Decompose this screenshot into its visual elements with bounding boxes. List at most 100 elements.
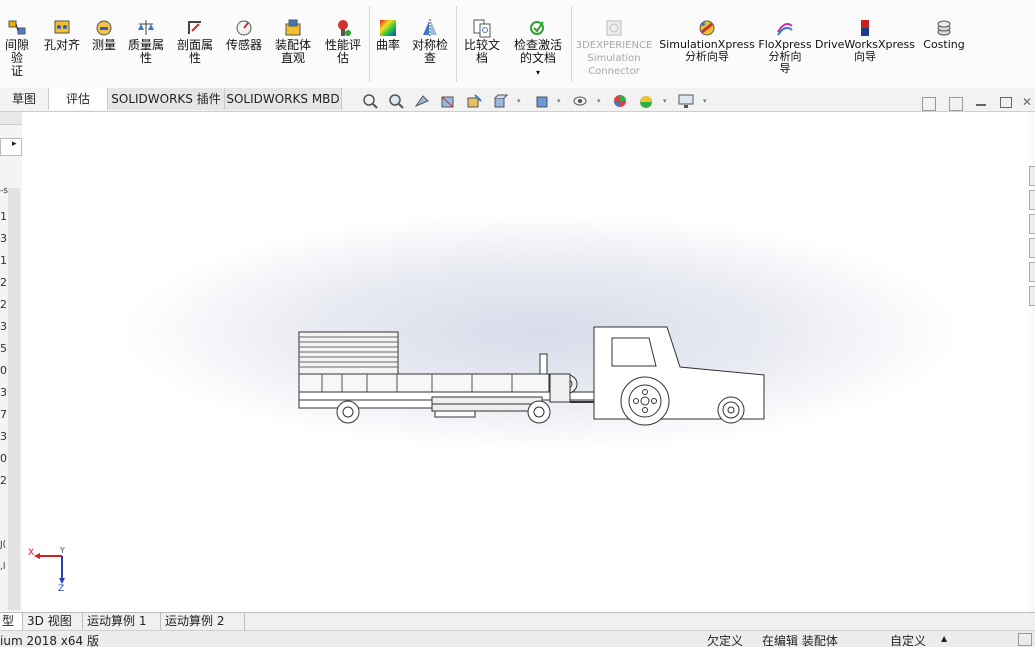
driveworksxpress-button[interactable]: DriveWorksXpress 向导: [815, 0, 915, 86]
graphics-area[interactable]: X Y Z: [22, 112, 1028, 612]
curvature-button[interactable]: 曲率: [372, 0, 404, 86]
ribbon-separator: [369, 6, 370, 82]
panel-header: [0, 112, 22, 125]
units-up-arrow-icon[interactable]: ▲: [941, 634, 947, 643]
compare-documents-icon: [472, 18, 492, 38]
section-properties-icon: [185, 18, 205, 38]
trailer-lower-frame: [298, 399, 440, 409]
reference-triad: X Y Z: [28, 546, 78, 598]
symmetry-check-icon: [420, 18, 440, 38]
tab-solidworks-mbd[interactable]: SOLIDWORKS MBD: [225, 88, 342, 110]
tab-sketch[interactable]: 草图: [0, 88, 49, 110]
tab-evaluate[interactable]: 评估: [49, 88, 108, 110]
status-custom-units[interactable]: 自定义: [890, 632, 926, 649]
scrollbar[interactable]: [8, 188, 20, 610]
close-icon[interactable]: ✕: [1022, 95, 1035, 111]
hitch-frame: [549, 373, 571, 403]
hole-alignment-icon: [52, 18, 72, 38]
hide-show-items-icon[interactable]: [572, 93, 588, 109]
performance-evaluation-icon: [333, 18, 353, 38]
edit-appearance-icon[interactable]: [612, 93, 628, 109]
triad-y-label: Y: [60, 546, 65, 555]
clearance-verification-button[interactable]: 间隙验 证: [0, 0, 34, 86]
model-tabs-bar: 型 3D 视图 运动算例 1 运动算例 2: [0, 612, 1035, 630]
simulationxpress-button[interactable]: SimulationXpress 分析向导: [659, 0, 755, 86]
task-pane-file-explorer-icon[interactable]: [1029, 214, 1035, 234]
status-bar: ium 2018 x64 版 欠定义 在编辑 装配体 自定义 ▲: [0, 630, 1035, 649]
check-active-dropdown-icon[interactable]: ▾: [536, 66, 540, 79]
measure-icon: [94, 18, 114, 38]
task-pane-resources-icon[interactable]: [1029, 166, 1035, 186]
check-active-document-icon: [528, 18, 548, 38]
view-orientation-icon[interactable]: [492, 93, 509, 109]
support-bracket: [434, 410, 476, 418]
display-style-icon[interactable]: [534, 93, 550, 109]
task-pane-view-palette-icon[interactable]: [1029, 238, 1035, 258]
tab-motion-study-2[interactable]: 运动算例 2: [162, 613, 245, 630]
performance-evaluation-button[interactable]: 性能评 估: [320, 0, 366, 86]
3dexperience-simulation-connector-button[interactable]: 3DEXPERIENCE Simulation Connector: [574, 0, 654, 86]
status-app-version: ium 2018 x64 版: [0, 634, 99, 648]
zoom-to-fit-icon[interactable]: [362, 93, 378, 109]
check-active-document-button[interactable]: 检查激活 的文档 ▾: [508, 0, 568, 86]
mass-properties-icon: [136, 18, 156, 38]
floxpress-button[interactable]: FloXpress 分析向 导: [756, 0, 814, 86]
hide-show-dropdown-icon[interactable]: ▾: [597, 97, 601, 105]
tab-3d-views[interactable]: 3D 视图: [24, 613, 83, 630]
previous-view-icon[interactable]: [414, 93, 430, 109]
status-resize-grip-icon: [1018, 633, 1032, 646]
panel-right-icon[interactable]: [949, 97, 963, 111]
apply-scene-dropdown-icon[interactable]: ▾: [663, 97, 667, 105]
assemblyxpert-icon: [283, 18, 303, 38]
expand-arrow-icon: ▸: [12, 139, 17, 149]
view-settings-dropdown-icon[interactable]: ▾: [703, 97, 707, 105]
status-editing-assembly: 在编辑 装配体: [762, 634, 838, 648]
apply-scene-icon[interactable]: [638, 93, 654, 109]
feature-manager-panel: ▸ -s 1 3 1 2 2 3 5 0 3 7 3 0 2 J( ,l: [0, 112, 23, 612]
panel-expand-button[interactable]: ▸: [0, 138, 22, 156]
sensor-icon: [234, 18, 254, 38]
view-orientation-dropdown-icon[interactable]: ▾: [517, 97, 521, 105]
display-style-dropdown-icon[interactable]: ▾: [557, 97, 561, 105]
minimize-icon[interactable]: [976, 104, 986, 106]
simulationxpress-icon: [697, 18, 717, 38]
section-properties-button[interactable]: 剖面属 性: [172, 0, 218, 86]
panel-left-icon[interactable]: [922, 97, 936, 111]
tab-model[interactable]: 型: [0, 613, 23, 630]
restore-icon[interactable]: [1000, 97, 1012, 108]
triad-x-label: X: [28, 548, 35, 558]
compare-documents-button[interactable]: 比较文 档: [460, 0, 504, 86]
triad-z-label: Z: [58, 584, 65, 594]
cargo-box: [298, 331, 399, 375]
dynamic-annotation-icon[interactable]: [466, 93, 482, 109]
measure-button[interactable]: 测量: [88, 0, 120, 86]
view-settings-icon[interactable]: [678, 93, 694, 109]
ribbon-separator: [456, 6, 457, 82]
zoom-to-area-icon[interactable]: [388, 93, 404, 109]
ribbon-separator: [571, 6, 572, 82]
hole-alignment-button[interactable]: 孔对齐: [40, 0, 84, 86]
tab-motion-study-1[interactable]: 运动算例 1: [84, 613, 161, 630]
costing-icon: [934, 18, 954, 38]
sensor-button[interactable]: 传感器: [222, 0, 266, 86]
truck-trailer-model[interactable]: [22, 112, 1028, 612]
curvature-icon: [378, 18, 398, 38]
status-underdefined: 欠定义: [707, 634, 744, 648]
mass-properties-button[interactable]: 质量属 性: [124, 0, 168, 86]
symmetry-check-button[interactable]: 对称检 查: [408, 0, 452, 86]
section-view-icon[interactable]: [440, 93, 456, 109]
task-pane-strip: [1028, 112, 1035, 612]
command-manager-ribbon: 间隙验 证 孔对齐 测量 质量属 性 剖面属 性 传感器 装配体 直观 性能评 …: [0, 0, 1035, 89]
3dexperience-icon: [604, 18, 624, 38]
trailer-post: [539, 353, 548, 375]
floxpress-icon: [775, 18, 795, 38]
assemblyxpert-button[interactable]: 装配体 直观: [270, 0, 316, 86]
driveworksxpress-icon: [855, 18, 875, 38]
task-pane-custom-properties-icon[interactable]: [1029, 286, 1035, 306]
clearance-verification-icon: [7, 18, 27, 38]
task-pane-design-library-icon[interactable]: [1029, 190, 1035, 210]
costing-button[interactable]: Costing: [918, 0, 970, 86]
cab-window: [611, 337, 657, 367]
task-pane-appearances-icon[interactable]: [1029, 262, 1035, 282]
tab-solidworks-addins[interactable]: SOLIDWORKS 插件: [108, 88, 225, 110]
